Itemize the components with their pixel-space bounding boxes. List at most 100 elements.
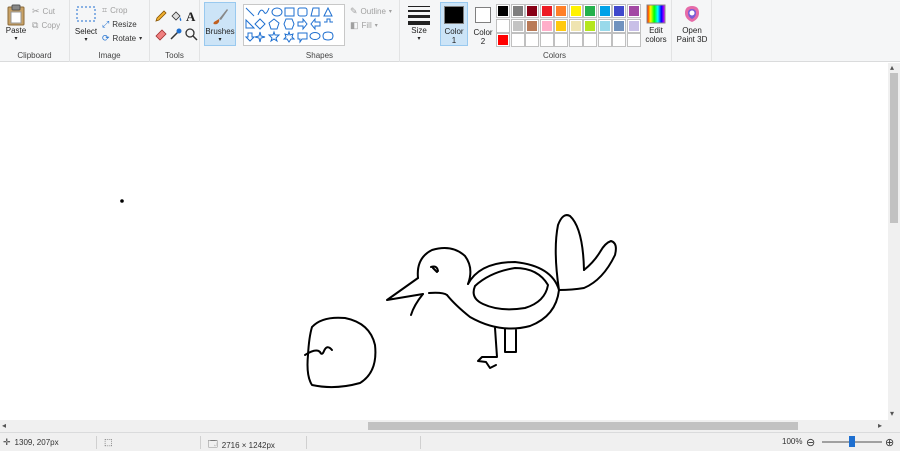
palette-swatch-color: [628, 20, 639, 31]
vertical-scrollbar[interactable]: ▴ ▾: [888, 63, 900, 420]
size-button[interactable]: Size ▾: [404, 4, 434, 44]
text-icon[interactable]: A: [184, 9, 198, 23]
copy-button[interactable]: ⧉ Copy: [32, 19, 60, 32]
crosshair-icon: ✛: [3, 437, 11, 447]
palette-swatch[interactable]: [597, 33, 612, 47]
chevron-down-icon: ▾: [218, 37, 222, 43]
paste-button[interactable]: Paste ▾: [4, 4, 28, 44]
zoom-out-button[interactable]: ⊖: [806, 436, 815, 449]
palette-swatch[interactable]: [525, 4, 539, 18]
edit-colors-label: Edit colors: [645, 26, 667, 44]
color1-button[interactable]: Color 1: [440, 2, 468, 46]
palette-swatch[interactable]: [583, 33, 597, 47]
zoom-slider-thumb[interactable]: [849, 436, 855, 447]
palette-swatch[interactable]: [597, 4, 612, 18]
palette-swatch[interactable]: [612, 18, 626, 33]
palette-swatch[interactable]: [525, 18, 539, 33]
colors-group: Color 1 Color 2 Edit colors Colors: [438, 0, 672, 62]
palette-swatch[interactable]: [510, 33, 525, 47]
clipboard-group-label: Clipboard: [17, 51, 52, 60]
palette-swatch[interactable]: [568, 18, 583, 33]
palette-swatch[interactable]: [510, 4, 525, 18]
crop-label: Crop: [110, 6, 128, 15]
cursor-position-text: 1309, 207px: [14, 438, 59, 447]
palette-swatch[interactable]: [568, 4, 583, 18]
palette-swatch[interactable]: [626, 4, 641, 18]
palette-swatch-color: [556, 6, 566, 16]
palette-swatch[interactable]: [626, 33, 641, 47]
rotate-button[interactable]: ⟳ Rotate ▾: [102, 32, 142, 45]
palette-swatch[interactable]: [612, 33, 626, 47]
palette-swatch[interactable]: [597, 18, 612, 33]
chevron-down-icon: ▾: [14, 36, 18, 42]
color-picker-icon[interactable]: [169, 27, 183, 41]
palette-swatch[interactable]: [510, 18, 525, 33]
palette-swatch-color: [585, 35, 595, 45]
rotate-icon: ⟳: [102, 33, 110, 43]
palette-swatch[interactable]: [496, 4, 510, 18]
edit-colors-button[interactable]: Edit colors: [642, 4, 670, 44]
selection-icon: ⬚: [104, 437, 113, 447]
palette-swatch[interactable]: [525, 33, 539, 47]
zoom-in-button[interactable]: ⊕: [885, 436, 894, 449]
fill-button[interactable]: ◧ Fill ▾: [350, 19, 378, 32]
brushes-button[interactable]: Brushes ▾: [204, 2, 236, 46]
palette-swatch[interactable]: [554, 4, 568, 18]
cut-button[interactable]: ✂ Cut: [32, 5, 55, 18]
drawing-canvas[interactable]: [0, 63, 888, 420]
palette-swatch[interactable]: [554, 18, 568, 33]
resize-label: Resize: [112, 20, 137, 29]
pencil-icon[interactable]: [154, 9, 168, 23]
palette-swatch[interactable]: [496, 18, 510, 33]
select-button[interactable]: Select ▾: [74, 4, 98, 45]
clipboard-icon: [7, 4, 25, 26]
shapes-group-label: Shapes: [305, 51, 334, 60]
outline-label: Outline: [360, 7, 386, 16]
eraser-icon[interactable]: [154, 27, 168, 41]
fill-bucket-icon[interactable]: [169, 9, 183, 23]
palette-swatch-color: [527, 20, 537, 31]
plus-icon: ⊕: [885, 437, 895, 449]
chevron-down-icon: ▾: [139, 36, 143, 42]
palette-swatch[interactable]: [583, 18, 597, 33]
image-group-label: Image: [98, 51, 121, 60]
scroll-right-icon[interactable]: ▸: [878, 421, 882, 430]
shapes-gallery-icons[interactable]: [244, 5, 344, 45]
brushes-group: Brushes ▾: [200, 0, 240, 62]
palette-swatch-color: [541, 35, 552, 45]
palette-swatch[interactable]: [539, 4, 554, 18]
palette-swatch-color: [614, 20, 624, 31]
image-size: 🗔 2716 × 1242px: [208, 437, 275, 451]
scroll-left-icon[interactable]: ◂: [2, 421, 6, 430]
color1-swatch: [444, 6, 464, 24]
select-rectangle-icon: [76, 6, 96, 22]
palette-swatch[interactable]: [626, 18, 641, 33]
resize-button[interactable]: ⤢ Resize: [102, 18, 137, 31]
image-size-text: 2716 × 1242px: [221, 440, 275, 450]
rotate-label: Rotate: [112, 34, 137, 43]
color1-label: Color: [444, 27, 464, 36]
vertical-scroll-thumb[interactable]: [890, 73, 898, 223]
palette-swatch[interactable]: [612, 4, 626, 18]
palette-swatch[interactable]: [496, 33, 510, 47]
image-size-icon: 🗔: [208, 439, 218, 449]
outline-button[interactable]: ✎ Outline ▾: [350, 5, 392, 18]
color2-label: Color: [473, 28, 493, 37]
palette-swatch[interactable]: [583, 4, 597, 18]
horizontal-scrollbar[interactable]: ◂ ▸: [0, 420, 888, 432]
color2-button[interactable]: Color 2: [470, 2, 496, 46]
scroll-up-icon[interactable]: ▴: [890, 63, 894, 72]
palette-swatch-color: [498, 35, 508, 45]
zoom-slider[interactable]: [822, 436, 882, 447]
magnifier-icon[interactable]: [184, 27, 198, 41]
scroll-down-icon[interactable]: ▾: [890, 409, 894, 418]
horizontal-scroll-thumb[interactable]: [368, 422, 798, 430]
open-paint3d-button[interactable]: Open Paint 3D: [674, 4, 710, 44]
palette-swatch[interactable]: [539, 18, 554, 33]
palette-swatch[interactable]: [554, 33, 568, 47]
palette-swatch[interactable]: [539, 33, 554, 47]
svg-text:A: A: [186, 9, 196, 23]
crop-button[interactable]: ⌗ Crop: [102, 4, 127, 17]
color2-number: 2: [480, 37, 486, 46]
palette-swatch[interactable]: [568, 33, 583, 47]
